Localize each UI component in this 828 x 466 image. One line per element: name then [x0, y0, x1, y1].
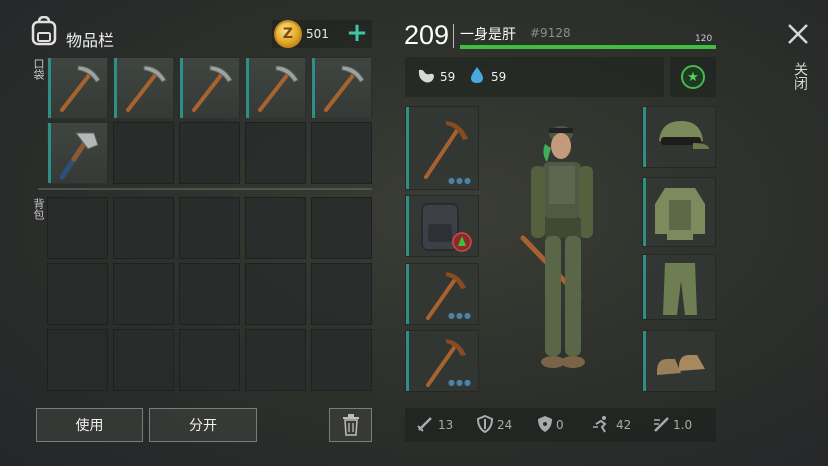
- pocket-slot-1[interactable]: [47, 57, 108, 119]
- pocket-slot-2[interactable]: [113, 57, 174, 119]
- backpack-equip-slot[interactable]: [405, 195, 479, 257]
- section-divider: [38, 188, 372, 190]
- backpack-slot-5[interactable]: [311, 197, 372, 259]
- jacket-icon: [655, 188, 705, 240]
- cap-icon: [659, 121, 709, 149]
- close-button[interactable]: 关闭: [790, 62, 810, 90]
- close-icon[interactable]: [786, 22, 810, 46]
- pickaxe-icon: [258, 65, 299, 112]
- radiation-icon: [538, 416, 552, 432]
- pickaxe-icon: [192, 65, 233, 112]
- backpack-slot-4[interactable]: [245, 197, 306, 259]
- pickaxe-icon: [126, 65, 167, 112]
- water-drop-icon: [471, 67, 483, 83]
- legs-slot[interactable]: [642, 254, 716, 320]
- player-character: [520, 126, 593, 368]
- durability-dots: ●●●: [448, 378, 472, 387]
- player-name: 一身是肝: [460, 27, 516, 43]
- backpack-slot-1[interactable]: [47, 197, 108, 259]
- backpack-slot-6[interactable]: [47, 263, 108, 325]
- pocket-slot-5[interactable]: [311, 57, 372, 119]
- backpack-slot-8[interactable]: [179, 263, 240, 325]
- backpack-slot-2[interactable]: [113, 197, 174, 259]
- radiation-value: 0: [556, 418, 564, 432]
- pocket-slot-6[interactable]: [47, 122, 108, 184]
- backpack-slot-14[interactable]: [245, 329, 306, 391]
- shield-icon: [476, 415, 494, 433]
- trash-icon: [342, 414, 359, 436]
- use-button[interactable]: 使用: [36, 408, 143, 442]
- speed-value: 42: [616, 418, 632, 432]
- level-separator: [453, 24, 454, 48]
- backpack-icon: [31, 16, 57, 46]
- backpack-slot-12[interactable]: [113, 329, 174, 391]
- weapon-slot-1[interactable]: ●●●: [405, 106, 479, 190]
- pickaxe-icon: [324, 65, 365, 112]
- backpack-label: 背包: [32, 198, 45, 220]
- attack-value: 13: [438, 418, 454, 432]
- pocket-slot-3[interactable]: [179, 57, 240, 119]
- trash-button[interactable]: [329, 408, 372, 442]
- xp-bar-fill: [460, 45, 716, 49]
- running-icon: [593, 416, 607, 433]
- backpack-icon: [421, 203, 472, 252]
- stomach-icon: [418, 69, 434, 83]
- pants-icon: [663, 263, 697, 315]
- feet-slot[interactable]: [642, 330, 716, 392]
- weapon-slot-3[interactable]: ●●●: [405, 330, 479, 392]
- backpack-slot-10[interactable]: [311, 263, 372, 325]
- head-slot[interactable]: [642, 106, 716, 168]
- boots-icon: [657, 355, 705, 375]
- weapon-slot-2[interactable]: ●●●: [405, 263, 479, 325]
- split-button[interactable]: 分开: [149, 408, 257, 442]
- thirst-value: 59: [491, 70, 507, 84]
- backpack-slot-9[interactable]: [245, 263, 306, 325]
- backpack-slot-15[interactable]: [311, 329, 372, 391]
- coin-count: 501: [306, 27, 329, 41]
- pocket-slot-10[interactable]: [311, 122, 372, 184]
- coin-icon: Z: [274, 20, 302, 48]
- player-level: 209: [404, 20, 450, 50]
- backpack-slot-11[interactable]: [47, 329, 108, 391]
- durability-dots: ●●●: [448, 311, 472, 320]
- star-badge-icon[interactable]: ★: [681, 65, 705, 89]
- pocket-slot-9[interactable]: [245, 122, 306, 184]
- pickaxe-icon: [60, 65, 101, 112]
- backpack-slot-7[interactable]: [113, 263, 174, 325]
- backpack-slot-3[interactable]: [179, 197, 240, 259]
- pocket-slot-7[interactable]: [113, 122, 174, 184]
- weapon-speed-icon: [654, 417, 669, 432]
- hunger-value: 59: [440, 70, 456, 84]
- inventory-title: 物品栏: [66, 31, 115, 50]
- durability-dots: ●●●: [448, 176, 472, 185]
- xp-value: 120: [695, 34, 713, 44]
- player-id: #9128: [530, 26, 571, 40]
- pocket-slot-4[interactable]: [245, 57, 306, 119]
- defense-value: 24: [497, 418, 513, 432]
- backpack-slot-13[interactable]: [179, 329, 240, 391]
- hatchet-icon: [59, 132, 99, 180]
- weapon-speed-value: 1.0: [673, 418, 693, 432]
- torso-slot[interactable]: [642, 177, 716, 247]
- add-coins-button[interactable]: +: [344, 20, 370, 46]
- sword-icon: [417, 417, 432, 432]
- pocket-slot-8[interactable]: [179, 122, 240, 184]
- pocket-label: 口袋: [32, 58, 45, 80]
